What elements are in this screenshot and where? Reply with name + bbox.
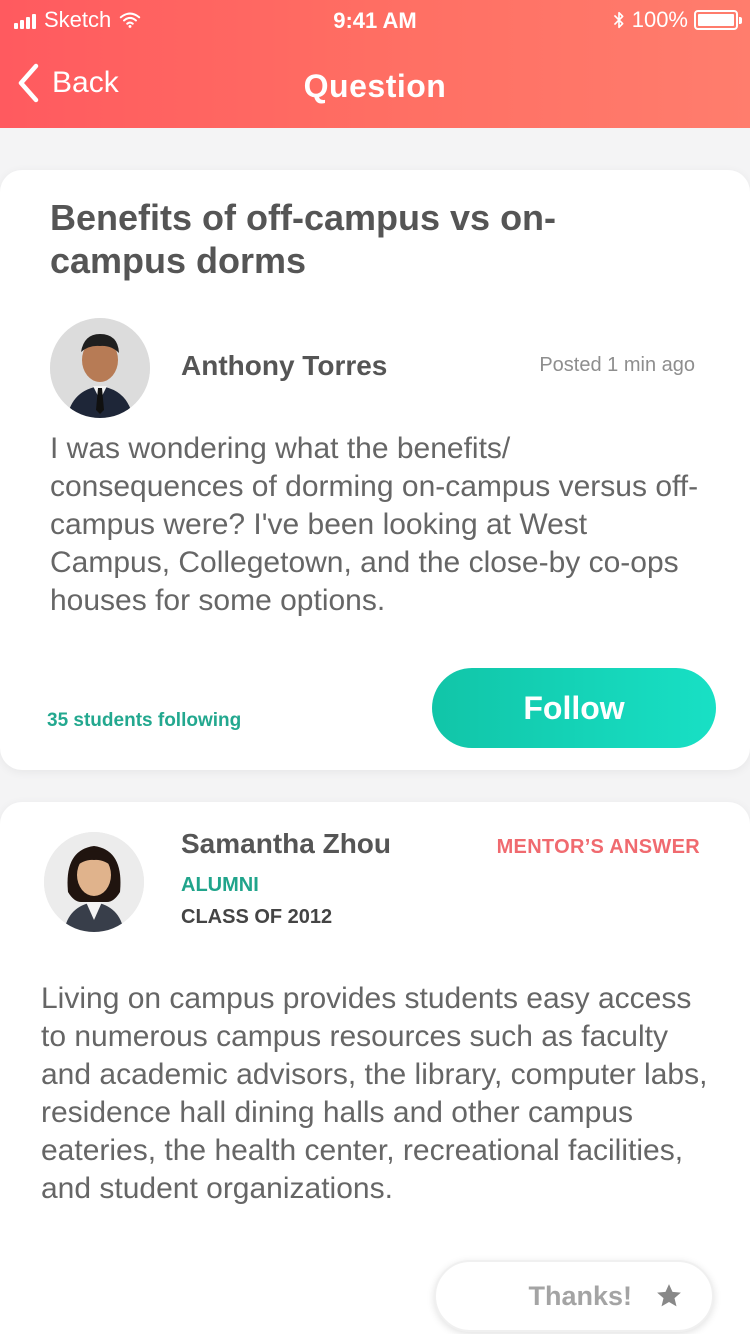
asker-name[interactable]: Anthony Torres [181, 350, 387, 382]
mentor-avatar-image [44, 832, 144, 932]
thanks-button[interactable]: Thanks! [434, 1260, 714, 1332]
battery-percent: 100% [631, 7, 688, 32]
mentor-name[interactable]: Samantha Zhou [181, 828, 391, 860]
asker-avatar-image [50, 318, 150, 418]
app-header: Sketch 9:41 AM 100% Back Question [0, 0, 750, 128]
bluetooth-icon [613, 11, 624, 29]
mentor-class-year: CLASS OF 2012 [181, 906, 333, 928]
page-title: Question [303, 68, 447, 104]
following-count: 35 students following [47, 710, 242, 731]
posted-time: Posted 1 min ago [539, 354, 695, 376]
answer-body: Living on campus provides students easy … [41, 982, 708, 1205]
question-title: Benefits of off-campus vs on-campus dorm… [50, 197, 557, 281]
question-body: I was wondering what the benefits/ conse… [50, 432, 699, 617]
battery-icon [694, 10, 742, 30]
status-bar: Sketch 9:41 AM 100% [0, 0, 750, 40]
mentor-avatar[interactable] [44, 832, 144, 932]
question-screen: Sketch 9:41 AM 100% Back Question Benefi… [0, 0, 750, 1334]
asker-avatar[interactable] [50, 318, 150, 418]
thanks-label: Thanks! [528, 1280, 632, 1311]
mentor-role: ALUMNI [181, 874, 259, 896]
mentor-answer-badge: MENTOR’S ANSWER [496, 836, 700, 858]
follow-button[interactable]: Follow [432, 668, 716, 748]
star-icon [657, 1284, 681, 1307]
status-right: 100% [612, 7, 742, 33]
